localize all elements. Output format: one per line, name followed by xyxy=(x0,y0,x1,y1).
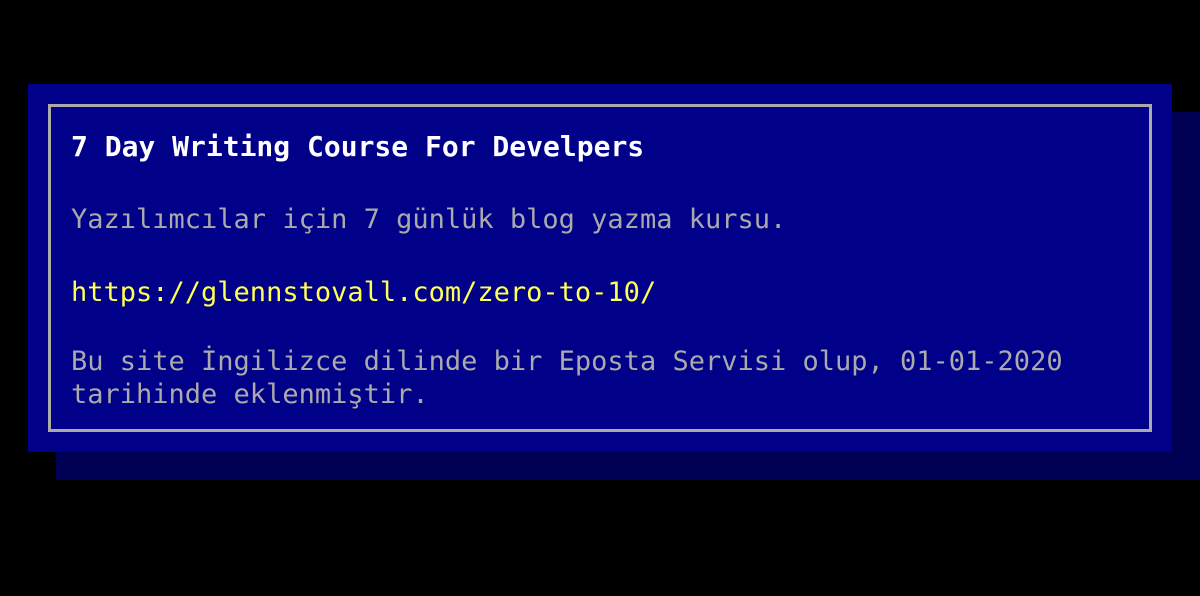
card-description: Yazılımcılar için 7 günlük blog yazma ku… xyxy=(71,204,787,235)
card-info: Bu site İngilizce dilinde bir Eposta Ser… xyxy=(71,345,1129,411)
card-info-line1: Bu site İngilizce dilinde bir Eposta Ser… xyxy=(71,346,1063,377)
card-info-line2: tarihinde eklenmiştir. xyxy=(71,379,429,410)
site-card: 7 Day Writing Course For Develpers Yazıl… xyxy=(28,84,1172,452)
site-url-link[interactable]: https://glennstovall.com/zero-to-10/ xyxy=(71,275,1129,311)
card-frame: 7 Day Writing Course For Develpers Yazıl… xyxy=(48,104,1152,432)
card-title: 7 Day Writing Course For Develpers xyxy=(71,130,645,163)
